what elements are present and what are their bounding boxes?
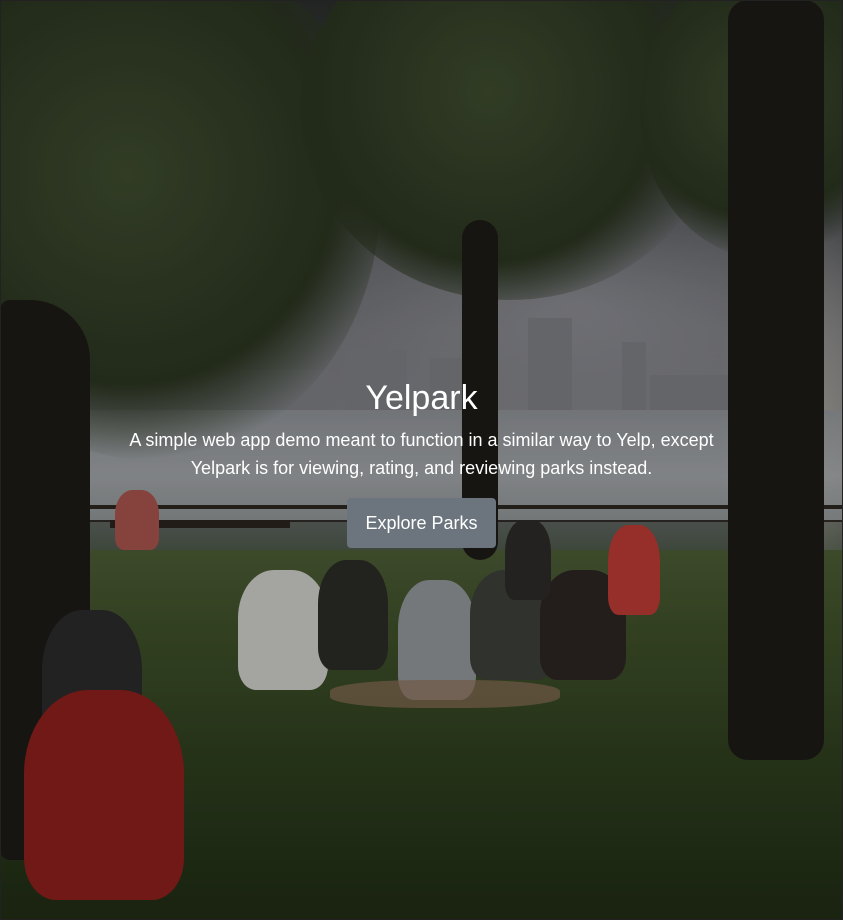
hero-section: Yelpark A simple web app demo meant to f… [0,0,843,920]
window-frame [0,0,843,920]
